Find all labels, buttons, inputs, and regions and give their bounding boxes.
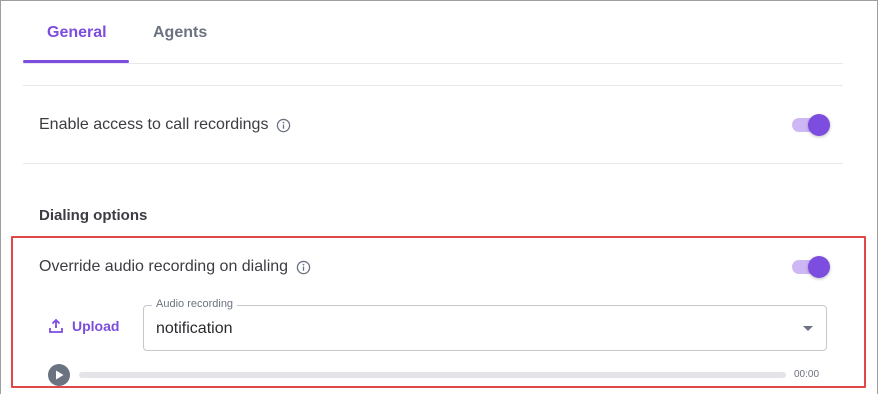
upload-icon bbox=[49, 318, 63, 333]
override-audio-label: Override audio recording on dialing bbox=[39, 258, 289, 275]
info-icon[interactable] bbox=[296, 260, 311, 275]
audio-progress-bar[interactable] bbox=[79, 372, 786, 378]
audio-recording-legend: Audio recording bbox=[152, 298, 238, 310]
upload-button[interactable]: Upload bbox=[48, 318, 119, 334]
call-recordings-toggle[interactable] bbox=[792, 114, 830, 136]
audio-recording-value: notification bbox=[156, 320, 233, 337]
call-recordings-row: Enable access to call recordings bbox=[39, 116, 291, 134]
tab-bar: General Agents bbox=[23, 0, 843, 64]
divider bbox=[23, 85, 843, 86]
play-button[interactable] bbox=[48, 364, 70, 386]
toggle-thumb bbox=[808, 256, 830, 278]
tab-general[interactable]: General bbox=[47, 24, 107, 42]
audio-time: 00:00 bbox=[794, 369, 820, 380]
dialing-options-title: Dialing options bbox=[39, 207, 148, 224]
audio-recording-select[interactable]: Audio recording notification bbox=[143, 298, 827, 351]
tab-agents[interactable]: Agents bbox=[153, 24, 207, 42]
active-tab-indicator bbox=[23, 60, 129, 63]
audio-player: 00:00 bbox=[48, 364, 828, 386]
upload-label: Upload bbox=[72, 318, 120, 334]
play-icon bbox=[56, 370, 64, 380]
override-audio-row: Override audio recording on dialing bbox=[39, 258, 311, 276]
divider bbox=[23, 163, 843, 164]
override-audio-toggle[interactable] bbox=[792, 256, 830, 278]
info-icon[interactable] bbox=[276, 118, 291, 133]
toggle-thumb bbox=[808, 114, 830, 136]
caret-down-icon bbox=[803, 326, 813, 331]
call-recordings-label: Enable access to call recordings bbox=[39, 116, 269, 133]
